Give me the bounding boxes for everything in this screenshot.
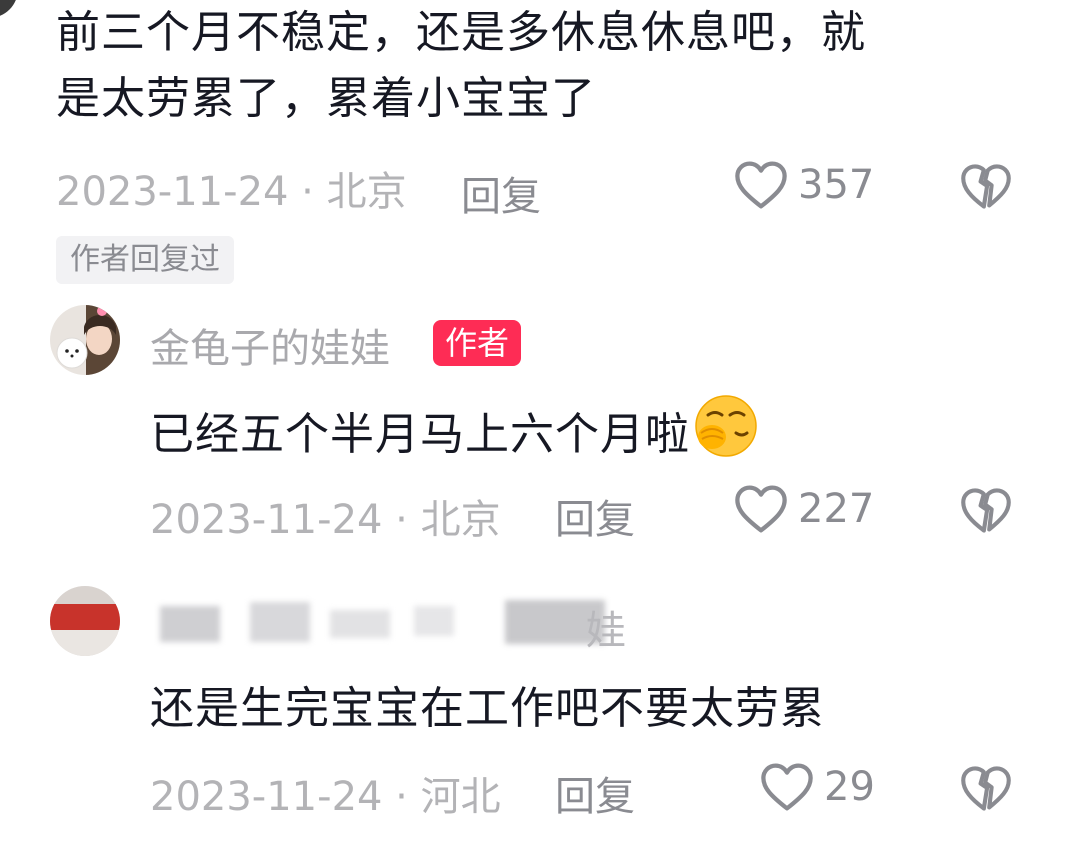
previous-avatar[interactable]	[0, 0, 18, 18]
comment-3-text: 还是生完宝宝在工作吧不要太劳累	[150, 683, 825, 734]
broken-heart-icon	[961, 766, 1011, 811]
author-username[interactable]: 金龟子的娃娃	[150, 316, 390, 374]
comment-3-like-count: 29	[824, 764, 875, 810]
comment-3-reply-button[interactable]: 回复	[555, 764, 635, 822]
comment-2-like-count: 227	[798, 486, 875, 532]
author-replied-tag[interactable]: 作者回复过	[56, 236, 234, 284]
comment-3-date-location: 2023-11-24 · 河北	[150, 774, 501, 820]
hand-over-mouth-emoji	[692, 393, 760, 478]
heart-outline-icon	[761, 763, 813, 811]
commenter-username-fragment: 娃	[586, 608, 626, 654]
author-avatar-image	[50, 305, 120, 375]
heart-outline-icon	[735, 485, 787, 533]
comment-2-like-button[interactable]: 227	[734, 484, 874, 534]
comment-2-text-content: 已经五个半月马上六个月啦	[150, 409, 690, 460]
heart-outline-icon	[735, 161, 787, 209]
comment-1-text-line-1: 前三个月不稳定，还是多休息休息吧，就	[56, 7, 866, 58]
commenter-avatar[interactable]	[50, 586, 120, 656]
comment-1-like-count: 357	[798, 162, 875, 208]
comment-2-dislike-button[interactable]	[960, 486, 1012, 538]
commenter-username-blurred[interactable]: 娃	[150, 596, 630, 658]
comment-1-text: 前三个月不稳定，还是多休息休息吧，就 是太劳累了，累着小宝宝了	[56, 0, 866, 132]
comment-1-dislike-button[interactable]	[960, 162, 1012, 214]
comment-1-text-line-2: 是太劳累了，累着小宝宝了	[56, 73, 596, 124]
comment-3-like-button[interactable]: 29	[760, 762, 875, 812]
comment-1-date-location: 2023-11-24 · 北京	[56, 169, 407, 215]
comment-2-text: 已经五个半月马上六个月啦	[150, 393, 760, 478]
comment-1-reply-button[interactable]: 回复	[461, 164, 541, 222]
comment-3-dislike-button[interactable]	[960, 764, 1012, 816]
author-avatar[interactable]	[50, 305, 120, 375]
author-badge: 作者	[433, 320, 522, 366]
broken-heart-icon	[961, 164, 1011, 209]
comment-2-reply-button[interactable]: 回复	[555, 487, 635, 545]
comment-1-meta: 2023-11-24 · 北京	[56, 160, 407, 216]
commenter-avatar-image	[50, 586, 120, 656]
broken-heart-icon	[961, 488, 1011, 533]
comment-2-date-location: 2023-11-24 · 北京	[150, 497, 501, 543]
comment-1-like-button[interactable]: 357	[734, 160, 874, 210]
